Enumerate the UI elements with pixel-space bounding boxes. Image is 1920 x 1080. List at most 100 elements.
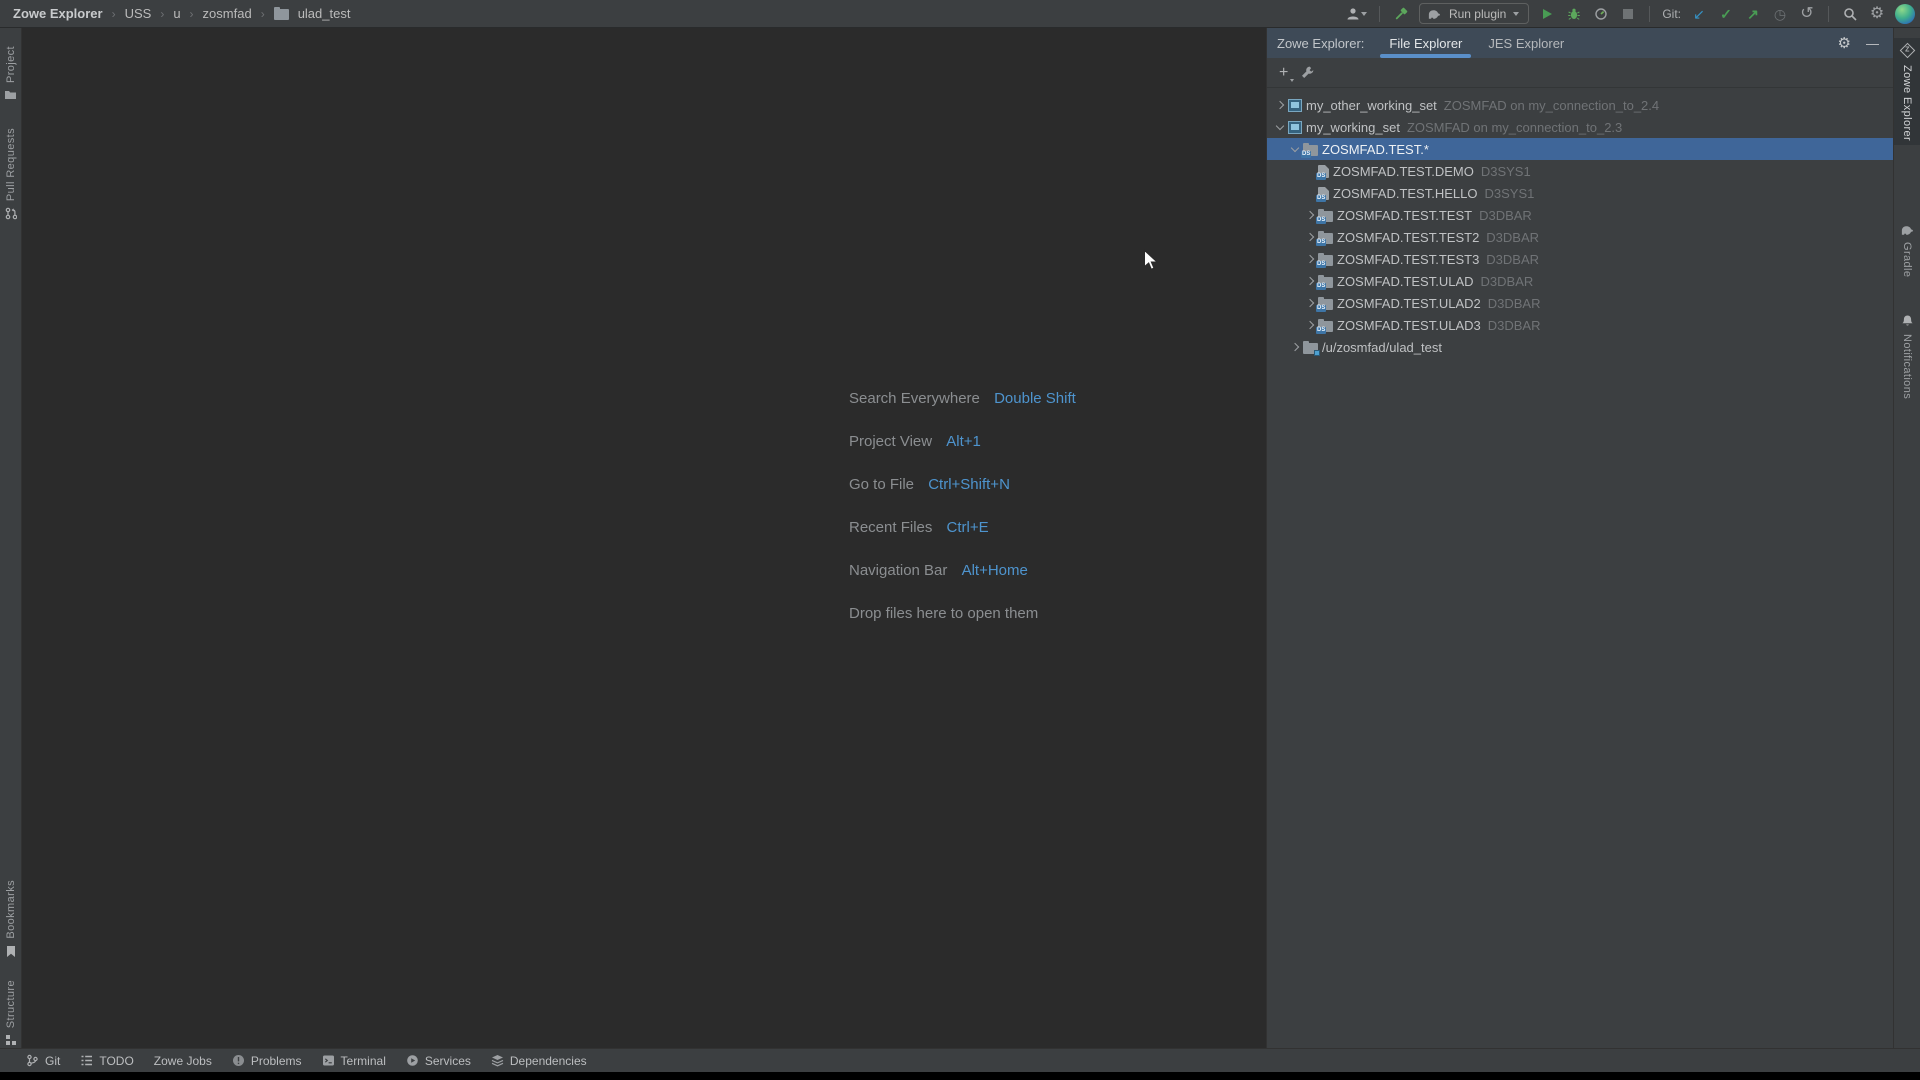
statusbar-item-zowe-jobs[interactable]: Zowe Jobs bbox=[144, 1049, 222, 1072]
sidebar-item-bookmarks[interactable]: Bookmarks bbox=[0, 876, 21, 962]
hint-search-everywhere: Search Everywhere Double Shift bbox=[849, 388, 1076, 410]
tree-row-uss-path[interactable]: /u/zosmfad/ulad_test bbox=[1267, 336, 1893, 358]
stripe-label: Project bbox=[5, 46, 17, 83]
search-everywhere-button[interactable] bbox=[1841, 3, 1859, 25]
partitioned-dataset-icon: DS bbox=[1318, 299, 1333, 310]
sidebar-item-pull-requests[interactable]: Pull Requests bbox=[0, 124, 21, 224]
run-button[interactable] bbox=[1538, 3, 1556, 25]
build-hammer-button[interactable] bbox=[1392, 3, 1410, 25]
statusbar-item-dependencies[interactable]: Dependencies bbox=[481, 1049, 597, 1072]
chevron-down-icon[interactable] bbox=[1273, 120, 1288, 134]
arrow-up-right-icon: ↗ bbox=[1747, 7, 1759, 21]
working-set-icon bbox=[1288, 99, 1302, 112]
stripe-label: Bookmarks bbox=[5, 880, 17, 939]
hint-shortcut: Ctrl+E bbox=[947, 519, 989, 536]
tree-row-dataset[interactable]: DS ZOSMFAD.TEST.DEMO D3SYS1 bbox=[1267, 160, 1893, 182]
statusbar-item-problems[interactable]: Problems bbox=[222, 1049, 312, 1072]
code-with-me-avatar[interactable] bbox=[1895, 4, 1915, 24]
statusbar-item-terminal[interactable]: Terminal bbox=[312, 1049, 396, 1072]
git-commit-button[interactable]: ✓ bbox=[1717, 3, 1735, 25]
stop-button[interactable] bbox=[1619, 3, 1637, 25]
git-push-button[interactable]: ↗ bbox=[1744, 3, 1762, 25]
tree-row-dataset[interactable]: DS ZOSMFAD.TEST.TEST2 D3DBAR bbox=[1267, 226, 1893, 248]
main-toolbar: Zowe Explorer › USS › u › zosmfad › ulad… bbox=[0, 0, 1920, 28]
bug-icon bbox=[1567, 7, 1581, 21]
tree-item-label: ZOSMFAD.TEST.ULAD3 bbox=[1337, 318, 1481, 333]
sidebar-item-notifications[interactable]: Notifications bbox=[1894, 310, 1920, 403]
hide-panel-button[interactable]: — bbox=[1866, 36, 1879, 51]
statusbar-label: Dependencies bbox=[510, 1054, 587, 1068]
tree-row-dataset[interactable]: DS ZOSMFAD.TEST.TEST3 D3DBAR bbox=[1267, 248, 1893, 270]
breadcrumb-separator-icon: › bbox=[112, 7, 116, 21]
bell-icon bbox=[1901, 314, 1914, 328]
tab-file-explorer[interactable]: File Explorer bbox=[1376, 28, 1475, 58]
add-button[interactable]: + bbox=[1279, 65, 1288, 81]
user-profile-button[interactable] bbox=[1345, 3, 1367, 25]
search-icon bbox=[1842, 6, 1858, 22]
partitioned-dataset-icon: DS bbox=[1318, 277, 1333, 288]
stripe-label: Notifications bbox=[1901, 334, 1913, 399]
partitioned-dataset-icon: DS bbox=[1318, 321, 1333, 332]
git-section-label: Git: bbox=[1662, 7, 1681, 21]
tree-item-detail: D3DBAR bbox=[1486, 230, 1539, 245]
breadcrumb-item-u[interactable]: u bbox=[173, 6, 180, 21]
debug-button[interactable] bbox=[1565, 3, 1583, 25]
tree-row-dataset[interactable]: DS ZOSMFAD.TEST.HELLO D3SYS1 bbox=[1267, 182, 1893, 204]
tree-item-label: ZOSMFAD.TEST.ULAD bbox=[1337, 274, 1474, 289]
sidebar-item-gradle[interactable]: Gradle bbox=[1894, 220, 1920, 281]
tree-item-label: ZOSMFAD.TEST.TEST bbox=[1337, 208, 1472, 223]
tree-row-dataset[interactable]: DS ZOSMFAD.TEST.ULAD3 D3DBAR bbox=[1267, 314, 1893, 336]
tree-item-label: my_working_set bbox=[1306, 120, 1400, 135]
git-update-button[interactable]: ↙ bbox=[1690, 3, 1708, 25]
settings-button[interactable]: ⚙ bbox=[1868, 3, 1886, 25]
breadcrumb-item-uss[interactable]: USS bbox=[125, 6, 152, 21]
tree-item-label: ZOSMFAD.TEST.TEST2 bbox=[1337, 230, 1479, 245]
explorer-toolbar: + bbox=[1267, 58, 1893, 88]
sidebar-item-project[interactable]: Project bbox=[0, 42, 21, 104]
dependencies-layers-icon bbox=[491, 1054, 504, 1067]
tree-row-dataset[interactable]: DS ZOSMFAD.TEST.ULAD2 D3DBAR bbox=[1267, 292, 1893, 314]
tree-item-detail: D3SYS1 bbox=[1481, 164, 1531, 179]
tree-item-label: ZOSMFAD.TEST.* bbox=[1322, 142, 1429, 157]
gear-icon: ⚙ bbox=[1870, 6, 1884, 22]
terminal-icon bbox=[322, 1054, 335, 1067]
undo-icon: ↺ bbox=[1800, 6, 1813, 22]
sequential-dataset-icon: DS bbox=[1318, 165, 1329, 178]
tree-row-working-set[interactable]: my_working_set ZOSMFAD on my_connection_… bbox=[1267, 116, 1893, 138]
edit-config-button[interactable] bbox=[1300, 65, 1315, 80]
zowe-explorer-tool-window: Zowe Explorer: File Explorer JES Explore… bbox=[1266, 28, 1893, 1048]
breadcrumb-item-root[interactable]: Zowe Explorer bbox=[13, 6, 103, 21]
tree-item-label: ZOSMFAD.TEST.HELLO bbox=[1333, 186, 1477, 201]
chevron-down-icon bbox=[1361, 12, 1367, 16]
gradle-elephant-icon bbox=[1427, 8, 1442, 20]
tab-jes-explorer[interactable]: JES Explorer bbox=[1475, 28, 1577, 58]
chevron-right-icon[interactable] bbox=[1288, 340, 1303, 354]
stop-icon bbox=[1623, 9, 1633, 19]
history-button[interactable]: ◷ bbox=[1771, 3, 1789, 25]
breadcrumb-item-zosmfad[interactable]: zosmfad bbox=[203, 6, 252, 21]
statusbar-item-todo[interactable]: TODO bbox=[70, 1049, 143, 1072]
hint-go-to-file: Go to File Ctrl+Shift+N bbox=[849, 474, 1076, 496]
tree-item-detail: D3DBAR bbox=[1486, 252, 1539, 267]
tree-item-label: ZOSMFAD.TEST.DEMO bbox=[1333, 164, 1474, 179]
tree-row-dataset[interactable]: DS ZOSMFAD.TEST.ULAD D3DBAR bbox=[1267, 270, 1893, 292]
rollback-button[interactable]: ↺ bbox=[1798, 3, 1816, 25]
panel-settings-button[interactable]: ⚙ bbox=[1838, 36, 1851, 51]
run-configuration-select[interactable]: Run plugin bbox=[1419, 3, 1529, 24]
profiler-button[interactable] bbox=[1592, 3, 1610, 25]
gear-icon: ⚙ bbox=[1838, 35, 1851, 52]
toolbar-separator bbox=[1649, 6, 1650, 22]
partitioned-dataset-icon: DS bbox=[1318, 233, 1333, 244]
chevron-right-icon[interactable] bbox=[1273, 98, 1288, 112]
dataset-tree: my_other_working_set ZOSMFAD on my_conne… bbox=[1267, 88, 1893, 358]
stripe-label: Pull Requests bbox=[5, 128, 17, 201]
statusbar-item-git[interactable]: Git bbox=[16, 1049, 70, 1072]
sidebar-item-structure[interactable]: Structure bbox=[0, 976, 21, 1050]
hint-label: Drop files here to open them bbox=[849, 605, 1038, 622]
sidebar-item-zowe-explorer[interactable]: Z Zowe Explorer bbox=[1894, 38, 1920, 145]
tree-row-working-set[interactable]: my_other_working_set ZOSMFAD on my_conne… bbox=[1267, 94, 1893, 116]
breadcrumb-item-ulad-test[interactable]: ulad_test bbox=[298, 6, 351, 21]
tree-row-dataset-mask[interactable]: DS ZOSMFAD.TEST.* bbox=[1267, 138, 1893, 160]
tree-row-dataset[interactable]: DS ZOSMFAD.TEST.TEST D3DBAR bbox=[1267, 204, 1893, 226]
statusbar-item-services[interactable]: Services bbox=[396, 1049, 481, 1072]
